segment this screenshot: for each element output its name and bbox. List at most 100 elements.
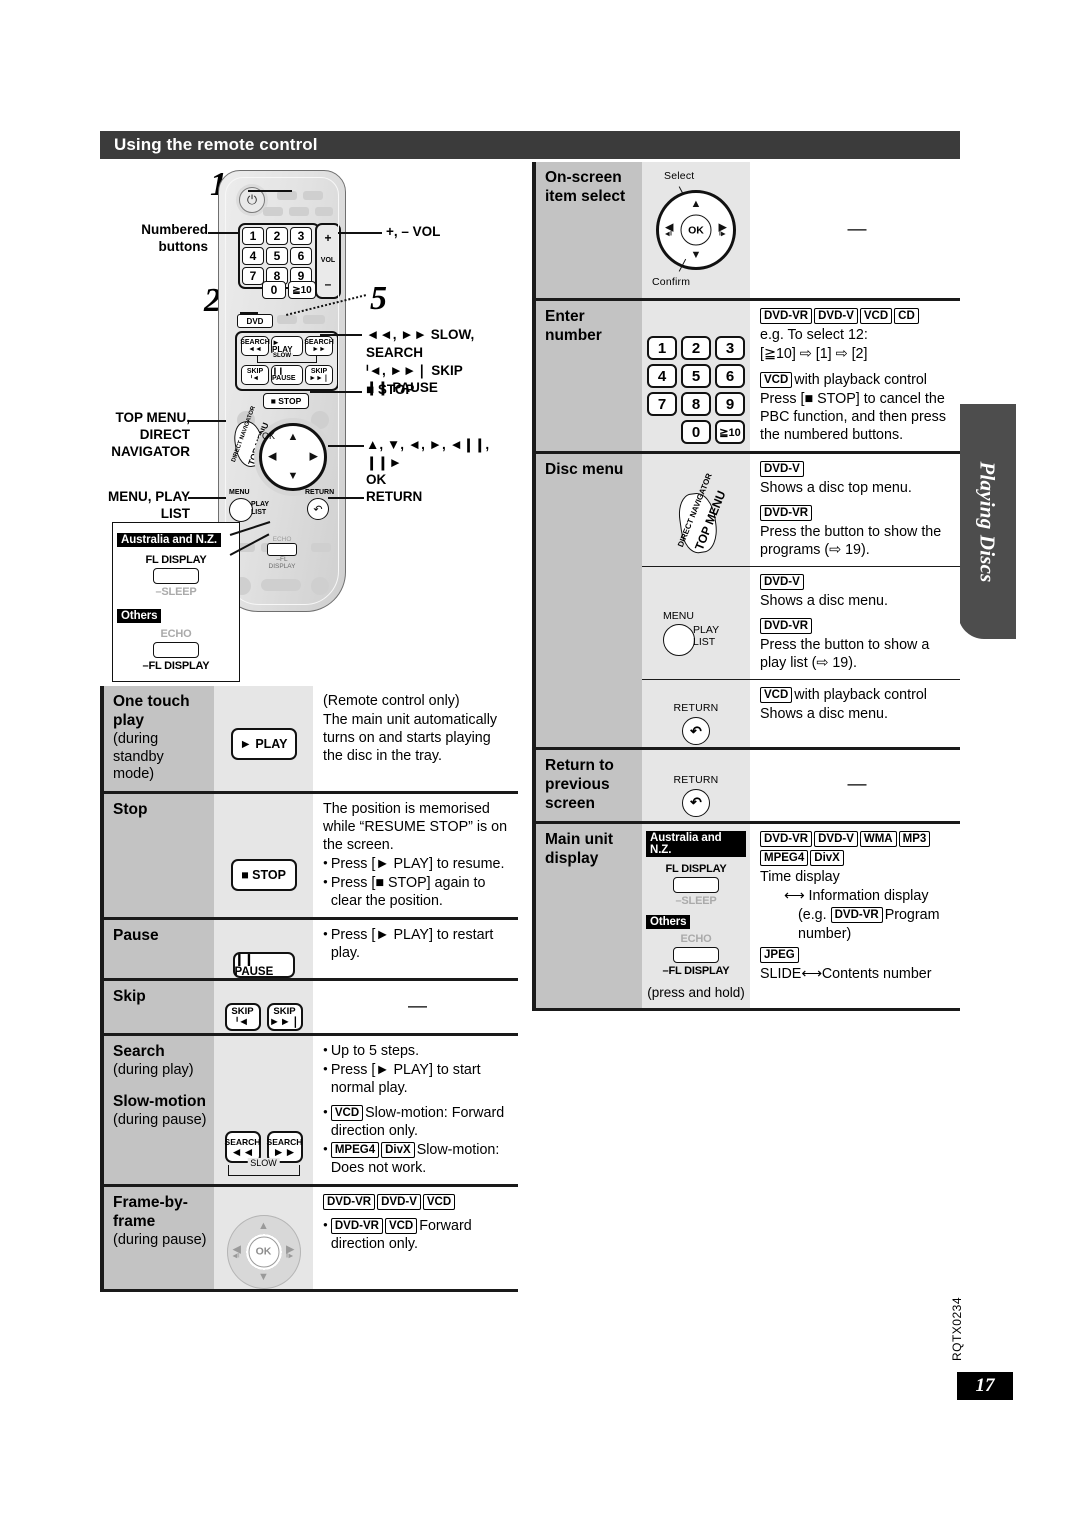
row-icon: 1 2 3 4 5 6 7 8 9 0 ≧10 (642, 301, 750, 451)
pause-button[interactable]: ❙❙ PAUSE (271, 365, 303, 385)
key-8: 8 (681, 392, 711, 416)
table-row: Enter number 1 2 3 4 5 6 7 8 9 0 ≧10 DVD… (532, 301, 960, 454)
chip-jpeg: JPEG (760, 946, 799, 963)
region-tag-others: Others (646, 914, 691, 929)
row-label-line2: Slow-motion (113, 1093, 206, 1111)
desc-bullet: Press [■ STOP] again to clear the positi… (330, 874, 486, 909)
return-button[interactable]: RETURN ↶ (305, 489, 341, 525)
row-icon: ► PLAY (214, 686, 313, 791)
dpad-down-arrow: ▼ (287, 470, 299, 482)
row-icon: ■ STOP (214, 793, 313, 917)
row-label: Return to previous screen (532, 750, 642, 821)
stop-button-icon: ■ STOP (230, 859, 297, 892)
fl-display-minus-label: –FL DISPLAY (662, 964, 730, 977)
remote-control-figure: 1 2 5 ⏻ 1 2 3 4 5 6 7 8 9 (100, 162, 520, 682)
desc-line: Shows a disc menu. (760, 593, 888, 609)
sleep-label: –SLEEP (675, 894, 717, 907)
table-row: Stop ■ STOP The position is memorised wh… (100, 793, 518, 920)
chip-cd: CD (894, 308, 919, 324)
chip-dvd-vr: DVD-VR (760, 505, 813, 521)
table-row: Return to previous screen RETURN ↶ — (532, 750, 960, 824)
echo-fl-display-button[interactable]: ECHO –FL DISPLAY (267, 536, 297, 570)
num-key-0[interactable]: 0 (262, 281, 286, 299)
vol-plus-label: + (324, 231, 332, 246)
num-key-4[interactable]: 4 (242, 247, 264, 265)
chip-mpeg4: MPEG4 (760, 849, 809, 866)
table-row: Frame-by- frame (during pause) ▲ ▼ ◀ ◀‖ ▶… (100, 1186, 518, 1292)
chip-vcd: VCD (859, 308, 893, 324)
chip-dvd-v: DVD-V (760, 461, 804, 477)
row-icon: DIRECT NAVIGATOR TOP MENU (642, 454, 750, 566)
num-key-3[interactable]: 3 (290, 227, 312, 245)
play-button-icon: ► PLAY (230, 728, 297, 761)
search-rev-button[interactable]: SEARCH ◄◄ (240, 336, 270, 356)
desc-line: Time display (760, 868, 840, 885)
dpad-ok-button[interactable]: ▲ ▼ ◀ ▶ OK (259, 423, 327, 491)
press-and-hold-note: (press and hold) (647, 984, 745, 1000)
row-description: — (750, 750, 960, 821)
numbered-buttons-group[interactable]: 1 2 3 4 5 6 7 8 9 (238, 223, 320, 289)
step-5: 5 (370, 280, 387, 317)
skip-rev-bottom: ᑊ◄ (250, 375, 260, 382)
region-tag-others: Others (117, 609, 162, 623)
row-label: Disc menu (532, 454, 642, 747)
desc-line: with playback control (794, 372, 927, 388)
manual-page: Using the remote control Playing Discs R… (0, 0, 1080, 1527)
volume-rocker[interactable]: + VOL – (315, 223, 341, 299)
right-feature-table: On-screen item select Select ▲ ▼ ◀ ◀‖ ▶ ‖▶… (532, 162, 960, 1011)
callout-arrows: ▲, ▼, ◄, ►, ◄❙❙, ❙❙► (366, 437, 490, 470)
row-label-line1: Stop (113, 800, 148, 818)
menu-label: MENU (663, 610, 694, 622)
slow-label: SLOW (247, 1158, 280, 1169)
skip-rev-button[interactable]: SKIP ᑊ◄ (241, 365, 269, 385)
return-arrow-icon: ↶ (307, 498, 329, 520)
chip-dvd-v: DVD-V (377, 1193, 421, 1210)
page-number: 17 (957, 1372, 1013, 1400)
desc-line: The position is memorised while “RESUME … (323, 800, 508, 853)
row-label: Enter number (532, 301, 642, 451)
side-tab-playing-discs: Playing Discs (958, 404, 1016, 639)
desc-line: Shows a disc menu. (760, 706, 888, 722)
desc-line: Press the button to show a play list (⇨ … (760, 637, 930, 671)
fl-display-key-cap (153, 568, 199, 584)
desc-line: Press the button to show the programs (⇨… (760, 524, 942, 558)
dpad-right-arrow: ▶ ‖▶ (286, 1243, 295, 1260)
confirm-caption: Confirm (652, 276, 691, 288)
chip-dvd-v: DVD-V (760, 574, 804, 590)
desc-bullet: Press [► PLAY] to resume. (330, 855, 505, 872)
zero-row[interactable]: 0 ≧10 (262, 281, 316, 299)
row-icon: ❙❙ PAUSE (214, 919, 313, 978)
search-fwd-top: SEARCH (304, 338, 334, 346)
dpad-right-arrow: ▶ ‖▶ (718, 221, 727, 238)
return-arrow-icon: ↶ (682, 788, 710, 817)
row-label-line1: Skip (113, 987, 146, 1005)
num-key-1[interactable]: 1 (242, 227, 264, 245)
row-label-line1: Pause (113, 926, 159, 944)
ok-label: OK (248, 1236, 279, 1268)
row-label: Main unit display (532, 823, 642, 1008)
table-row: Disc menu DIRECT NAVIGATOR TOP MENU DVD-… (532, 454, 960, 750)
num-key-ge10[interactable]: ≧10 (288, 281, 316, 299)
num-key-5[interactable]: 5 (266, 247, 288, 265)
skip-fwd-button[interactable]: SKIP ►►❘ (305, 365, 333, 385)
callout-skip: ᑊ◄, ►►❘ SKIP (366, 362, 463, 378)
top-menu-dial-icon: DIRECT NAVIGATOR TOP MENU (668, 472, 729, 556)
num-key-2[interactable]: 2 (266, 227, 288, 245)
stop-button[interactable]: ■ STOP (263, 393, 309, 409)
callout-slow-search: ◄◄, ►► SLOW, SEARCH (366, 327, 475, 360)
chip-vcd: VCD (384, 1217, 418, 1234)
num-key-7[interactable]: 7 (242, 267, 264, 285)
echo-label-callout: ECHO (160, 628, 192, 640)
row-label: One touch play (during standby mode) (100, 686, 214, 791)
desc-line: ⟷ Information display (784, 887, 929, 904)
row-icon: ▲ ▼ ◀ ◀‖ ▶ ‖▶ OK (214, 1186, 313, 1289)
row-label-line1: Return to (545, 757, 614, 774)
document-code: RQTX0234 (950, 1297, 964, 1362)
search-fwd-button[interactable]: SEARCH ►► (304, 336, 334, 356)
desc-bullet: Up to 5 steps. (330, 1042, 420, 1059)
chip-vcd: VCD (330, 1104, 364, 1121)
row-label-line2: frame (113, 1212, 156, 1230)
num-key-6[interactable]: 6 (290, 247, 312, 265)
chip-mpeg4: MPEG4 (330, 1141, 380, 1158)
dvd-button[interactable]: DVD (237, 314, 273, 328)
